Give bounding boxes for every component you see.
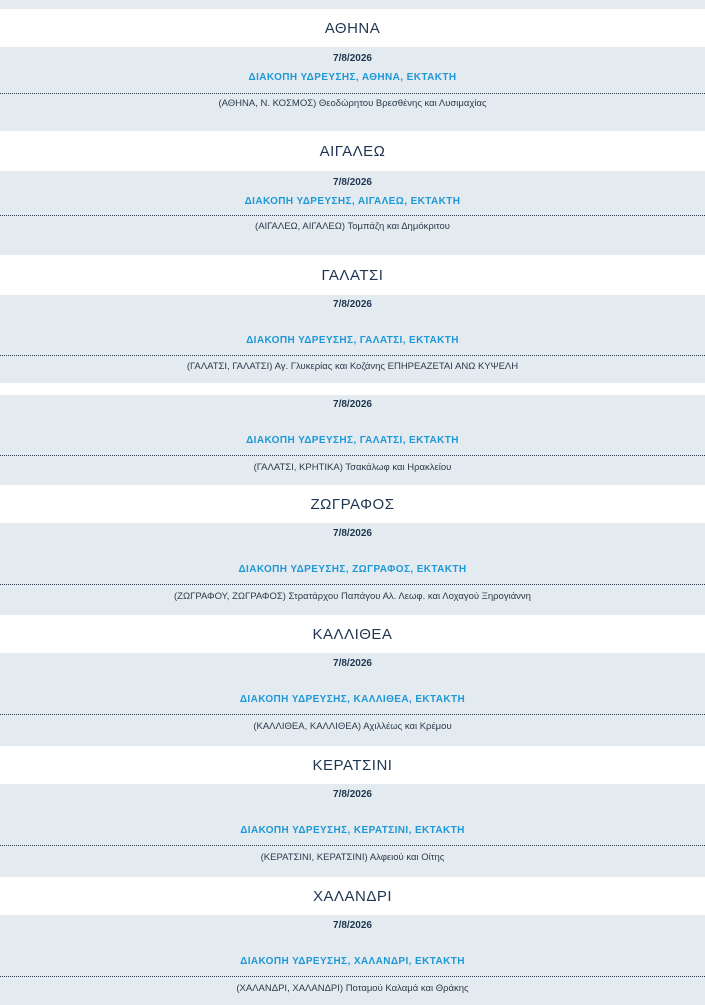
- outage-card: 7/8/2026 ΔΙΑΚΟΠΗ ΥΔΡΕΥΣΗΣ, ΑΙΓΑΛΕΩ, ΕΚΤΑ…: [0, 171, 705, 255]
- area-header-aigaleo: ΑΙΓΑΛΕΩ: [0, 131, 705, 171]
- outage-card: 7/8/2026 ΔΙΑΚΟΠΗ ΥΔΡΕΥΣΗΣ, ΚΕΡΑΤΣΙΝΙ, ΕΚ…: [0, 784, 705, 877]
- area-header-zografos: ΖΩΓΡΑΦΟΣ: [0, 485, 705, 523]
- outage-address: (ΚΑΛΛΙΘΕΑ, ΚΑΛΛΙΘΕΑ) Αχιλλέως και Κρέμου: [253, 721, 452, 732]
- outage-date: 7/8/2026: [333, 920, 372, 931]
- outage-title[interactable]: ΔΙΑΚΟΠΗ ΥΔΡΕΥΣΗΣ, ΚΕΡΑΤΣΙΝΙ, ΕΚΤΑΚΤΗ: [0, 825, 705, 836]
- outage-title[interactable]: ΔΙΑΚΟΠΗ ΥΔΡΕΥΣΗΣ, ΖΩΓΡΑΦΟΣ, ΕΚΤΑΚΤΗ: [0, 564, 705, 575]
- area-header-galatsi: ΓΑΛΑΤΣΙ: [0, 255, 705, 295]
- divider: [0, 714, 705, 715]
- top-strip: [0, 0, 705, 9]
- outage-card: 7/8/2026 ΔΙΑΚΟΠΗ ΥΔΡΕΥΣΗΣ, ΧΑΛΑΝΔΡΙ, ΕΚΤ…: [0, 915, 705, 1005]
- divider: [0, 355, 705, 356]
- outage-date: 7/8/2026: [333, 177, 372, 188]
- outage-title[interactable]: ΔΙΑΚΟΠΗ ΥΔΡΕΥΣΗΣ, ΓΑΛΑΤΣΙ, ΕΚΤΑΚΤΗ: [0, 435, 705, 446]
- outage-address: (ΧΑΛΑΝΔΡΙ, ΧΑΛΑΝΔΡΙ) Ποταμού Καλαμά και …: [236, 983, 469, 994]
- outage-card: 7/8/2026 ΔΙΑΚΟΠΗ ΥΔΡΕΥΣΗΣ, ΓΑΛΑΤΣΙ, ΕΚΤΑ…: [0, 395, 705, 485]
- divider: [0, 584, 705, 585]
- outage-title[interactable]: ΔΙΑΚΟΠΗ ΥΔΡΕΥΣΗΣ, ΧΑΛΑΝΔΡΙ, ΕΚΤΑΚΤΗ: [0, 956, 705, 967]
- outage-title[interactable]: ΔΙΑΚΟΠΗ ΥΔΡΕΥΣΗΣ, ΚΑΛΛΙΘΕΑ, ΕΚΤΑΚΤΗ: [0, 694, 705, 705]
- outage-card: 7/8/2026 ΔΙΑΚΟΠΗ ΥΔΡΕΥΣΗΣ, ΖΩΓΡΑΦΟΣ, ΕΚΤ…: [0, 523, 705, 615]
- outage-date: 7/8/2026: [333, 658, 372, 669]
- outage-card: 7/8/2026 ΔΙΑΚΟΠΗ ΥΔΡΕΥΣΗΣ, ΓΑΛΑΤΣΙ, ΕΚΤΑ…: [0, 295, 705, 383]
- outage-address: (ΓΑΛΑΤΣΙ, ΚΡΗΤΙΚΑ) Τσακάλωφ και Ηρακλείο…: [253, 462, 452, 473]
- outage-address: (ΑΘΗΝΑ, Ν. ΚΟΣΜΟΣ) Θεοδώρητου Βρεσθένης …: [218, 98, 487, 109]
- outage-date: 7/8/2026: [333, 299, 372, 310]
- area-header-chalandri: ΧΑΛΑΝΔΡΙ: [0, 877, 705, 915]
- outage-card: 7/8/2026 ΔΙΑΚΟΠΗ ΥΔΡΕΥΣΗΣ, ΑΘΗΝΑ, ΕΚΤΑΚΤ…: [0, 47, 705, 131]
- outage-date: 7/8/2026: [333, 399, 372, 410]
- divider: [0, 93, 705, 94]
- outage-title[interactable]: ΔΙΑΚΟΠΗ ΥΔΡΕΥΣΗΣ, ΓΑΛΑΤΣΙ, ΕΚΤΑΚΤΗ: [0, 335, 705, 346]
- area-header-athina: ΑΘΗΝΑ: [0, 9, 705, 47]
- outage-date: 7/8/2026: [333, 789, 372, 800]
- divider: [0, 845, 705, 846]
- outage-address: (ΑΙΓΑΛΕΩ, ΑΙΓΑΛΕΩ) Τομπάζη και Δημόκριτο…: [255, 221, 450, 232]
- outage-title[interactable]: ΔΙΑΚΟΠΗ ΥΔΡΕΥΣΗΣ, ΑΘΗΝΑ, ΕΚΤΑΚΤΗ: [0, 72, 705, 83]
- divider: [0, 455, 705, 456]
- area-header-keratsini: ΚΕΡΑΤΣΙΝΙ: [0, 746, 705, 784]
- outage-date: 7/8/2026: [333, 53, 372, 64]
- divider: [0, 976, 705, 977]
- divider: [0, 215, 705, 216]
- area-header-kallithea: ΚΑΛΛΙΘΕΑ: [0, 615, 705, 653]
- outage-title[interactable]: ΔΙΑΚΟΠΗ ΥΔΡΕΥΣΗΣ, ΑΙΓΑΛΕΩ, ΕΚΤΑΚΤΗ: [0, 196, 705, 207]
- outage-list: ΑΘΗΝΑ 7/8/2026 ΔΙΑΚΟΠΗ ΥΔΡΕΥΣΗΣ, ΑΘΗΝΑ, …: [0, 9, 705, 1005]
- outage-card: 7/8/2026 ΔΙΑΚΟΠΗ ΥΔΡΕΥΣΗΣ, ΚΑΛΛΙΘΕΑ, ΕΚΤ…: [0, 653, 705, 746]
- outage-address: (ΓΑΛΑΤΣΙ, ΓΑΛΑΤΣΙ) Αγ. Γλυκερίας και Κοζ…: [186, 361, 519, 372]
- card-gap: [0, 383, 705, 395]
- outage-address: (ΖΩΓΡΑΦΟΥ, ΖΩΓΡΑΦΟΣ) Στρατάρχου Παπάγου …: [174, 591, 531, 602]
- outage-address: (ΚΕΡΑΤΣΙΝΙ, ΚΕΡΑΤΣΙΝΙ) Αλφειού και Οίτης: [260, 852, 445, 863]
- outage-date: 7/8/2026: [333, 528, 372, 539]
